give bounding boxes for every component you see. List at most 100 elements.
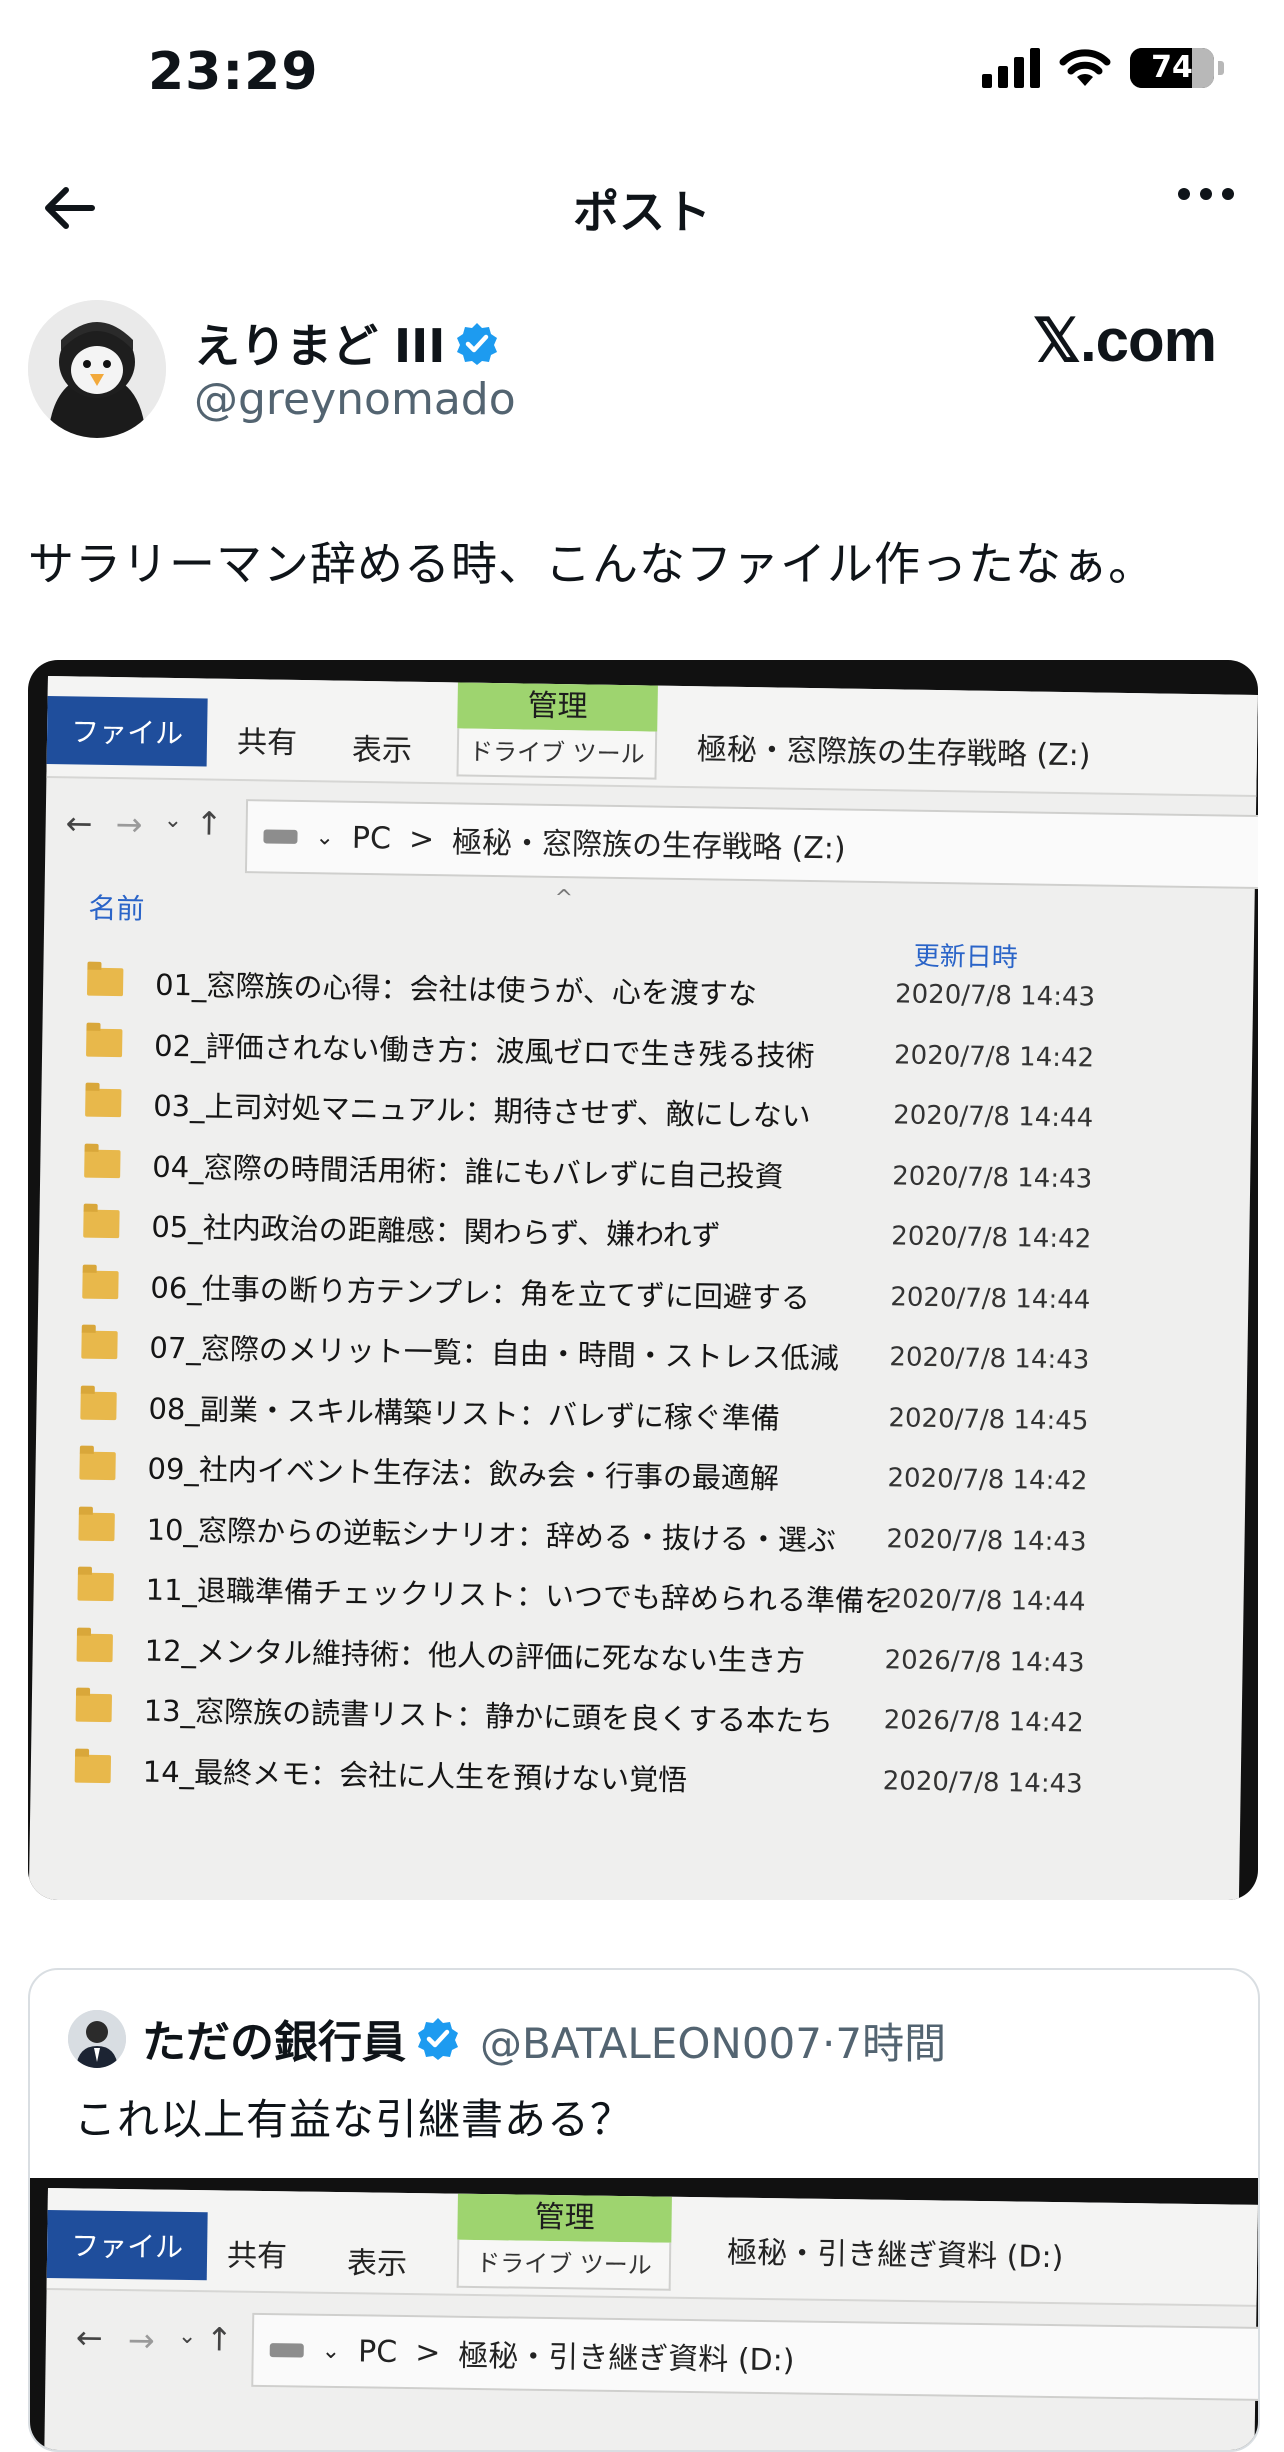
status-icons: 74 xyxy=(982,48,1224,88)
battery-icon: 74 xyxy=(1130,48,1214,88)
file-date: 2020/7/8 14:44 xyxy=(892,1100,1094,1134)
file-date: 2026/7/8 14:42 xyxy=(883,1705,1084,1739)
tab-manage[interactable]: 管理 xyxy=(457,682,658,732)
quote-tab-file[interactable]: ファイル xyxy=(46,2209,208,2281)
folder-icon xyxy=(86,967,124,997)
penguin-avatar-icon xyxy=(28,300,166,438)
file-name: 12_メンタル維持術：他人の評価に死なない生き方 xyxy=(144,1633,806,1678)
chevron-down-icon: ⌄ xyxy=(321,2338,341,2364)
quote-nav-forward-button[interactable]: → xyxy=(128,2321,155,2359)
file-date: 2020/7/8 14:42 xyxy=(891,1221,1092,1255)
author-name[interactable]: えりまど III xyxy=(194,310,499,376)
window-title: 極秘・窓際族の生存戦略 (Z:) xyxy=(696,732,1091,774)
quoted-post[interactable]: ただの銀行員 @BATALEON007·7時間 これ以上有益な引継書ある？ ファ… xyxy=(28,1968,1260,2452)
folder-icon xyxy=(84,1149,121,1178)
folder-icon xyxy=(86,1028,123,1057)
folder-icon xyxy=(75,1693,113,1723)
file-name: 01_窓際族の心得：会社は使うが、心を渡すな xyxy=(154,967,758,1012)
nav-back-button[interactable]: ← xyxy=(65,804,92,842)
file-name: 10_窓際からの逆転シナリオ：辞める・抜ける・選ぶ xyxy=(146,1512,837,1557)
folder-icon xyxy=(79,1451,116,1481)
author-avatar[interactable] xyxy=(28,300,166,438)
file-date: 2020/7/8 14:45 xyxy=(888,1402,1089,1436)
x-com-logo: 𝕏.com xyxy=(1032,307,1217,374)
address-drive[interactable]: 極秘・窓際族の生存戦略 (Z:) xyxy=(452,817,846,867)
folder-icon xyxy=(74,1754,112,1783)
quote-avatar[interactable] xyxy=(68,2010,126,2068)
file-name: 06_仕事の断り方テンプレ：角を立てずに回避する xyxy=(150,1270,811,1315)
file-date: 2020/7/8 14:43 xyxy=(886,1523,1087,1557)
explorer-window: ファイル 共有 表示 管理 ドライブ ツール 極秘・窓際族の生存戦略 (Z:) … xyxy=(28,676,1258,1900)
file-name: 08_副業・スキル構築リスト：バレずに稼ぐ準備 xyxy=(148,1391,781,1436)
status-time: 23:29 xyxy=(148,42,319,102)
quote-tab-manage[interactable]: 管理 xyxy=(457,2193,672,2243)
battery-tip xyxy=(1218,61,1224,75)
quote-author-name[interactable]: ただの銀行員 xyxy=(142,2006,460,2070)
wifi-icon xyxy=(1059,49,1111,86)
folder-icon xyxy=(78,1512,115,1541)
page-title: ポスト xyxy=(573,185,711,239)
quote-tab-share[interactable]: 共有 xyxy=(227,2231,288,2276)
nav-forward-button[interactable]: → xyxy=(115,805,142,843)
file-date: 2020/7/8 14:42 xyxy=(893,1039,1095,1073)
quote-address-bar[interactable]: ⌄ PC > 極秘・引き継ぎ資料 (D:) xyxy=(251,2312,1258,2402)
quote-nav-back-button[interactable]: ← xyxy=(76,2318,103,2356)
address-bar[interactable]: ⌄ PC > 極秘・窓際族の生存戦略 (Z:) xyxy=(244,799,1258,890)
battery-level: 74 xyxy=(1151,50,1193,85)
quote-address-separator: > xyxy=(414,2334,441,2370)
file-name: 04_窓際の時間活用術：誰にもバレずに自己投資 xyxy=(152,1149,784,1194)
nav-up-button[interactable]: ↑ xyxy=(195,804,222,842)
file-name: 02_評価されない働き方：波風ゼロで生き残る技術 xyxy=(153,1028,815,1073)
file-date: 2026/7/8 14:43 xyxy=(884,1644,1085,1678)
file-date: 2020/7/8 14:44 xyxy=(890,1281,1091,1315)
quote-window-title: 極秘・引き継ぎ資料 (D:) xyxy=(726,2235,1064,2276)
quote-tab-view[interactable]: 表示 xyxy=(347,2238,408,2283)
sort-caret-icon: ^ xyxy=(554,885,574,912)
quote-author-name-text: ただの銀行員 xyxy=(142,2017,406,2068)
drive-icon xyxy=(263,829,298,844)
tab-view[interactable]: 表示 xyxy=(352,725,413,770)
quote-address-pc[interactable]: PC xyxy=(358,2334,398,2370)
file-date: 2020/7/8 14:43 xyxy=(894,979,1096,1013)
file-name: 11_退職準備チェックリスト：いつでも辞められる準備を xyxy=(145,1572,894,1619)
file-name: 07_窓際のメリット一覧：自由・時間・ストレス低減 xyxy=(149,1330,840,1376)
quote-nav-up-button[interactable]: ↑ xyxy=(206,2320,233,2358)
dot-icon xyxy=(1200,188,1212,200)
more-options-button[interactable] xyxy=(1178,188,1234,200)
author-name-text: えりまど III xyxy=(194,319,446,373)
folder-icon xyxy=(77,1572,114,1602)
quote-address-drive[interactable]: 極秘・引き継ぎ資料 (D:) xyxy=(458,2331,795,2380)
file-date: 2020/7/8 14:43 xyxy=(892,1160,1093,1194)
post-text: サラリーマン辞める時、こんなファイル作ったなぁ。 xyxy=(28,537,1156,591)
person-avatar-icon xyxy=(68,2010,126,2068)
quote-time[interactable]: 7時間 xyxy=(835,2019,946,2068)
address-separator: > xyxy=(408,821,435,857)
folder-icon xyxy=(81,1330,118,1360)
dot-icon xyxy=(1178,188,1190,200)
drive-icon xyxy=(269,2343,304,2358)
quote-meta: @BATALEON007·7時間 xyxy=(480,2010,946,2071)
chevron-down-icon: ⌄ xyxy=(315,824,335,851)
file-name: 05_社内政治の距離感：関わらず、嫌われず xyxy=(151,1209,721,1253)
quote-nav-recent-button[interactable]: ⌄ xyxy=(178,2324,197,2349)
file-name: 13_窓際族の読書リスト：静かに頭を良くする本たち xyxy=(143,1693,834,1739)
author-handle[interactable]: @greynomado xyxy=(194,374,516,425)
verified-badge-icon xyxy=(457,323,498,365)
folder-icon xyxy=(85,1088,122,1118)
tab-share[interactable]: 共有 xyxy=(237,717,298,762)
tab-drive-tools[interactable]: ドライブ ツール xyxy=(456,728,658,780)
quote-explorer-window: ファイル 共有 表示 管理 ドライブ ツール 極秘・引き継ぎ資料 (D:) ← … xyxy=(43,2188,1258,2450)
quote-photo[interactable]: ファイル 共有 表示 管理 ドライブ ツール 極秘・引き継ぎ資料 (D:) ← … xyxy=(30,2178,1258,2450)
quote-tab-drive-tools[interactable]: ドライブ ツール xyxy=(456,2239,672,2291)
quote-text: これ以上有益な引継書ある？ xyxy=(74,2095,634,2144)
address-pc[interactable]: PC xyxy=(352,820,392,856)
folder-icon xyxy=(80,1391,117,1420)
quote-author-handle[interactable]: @BATALEON007 xyxy=(480,2019,822,2068)
file-name: 14_最終メモ：会社に人生を預けない覚悟 xyxy=(142,1754,688,1797)
post-photo[interactable]: ファイル 共有 表示 管理 ドライブ ツール 極秘・窓際族の生存戦略 (Z:) … xyxy=(28,660,1258,1900)
cellular-signal-icon xyxy=(982,48,1040,88)
tab-file[interactable]: ファイル xyxy=(46,695,208,767)
column-header-name[interactable]: 名前 xyxy=(88,887,145,928)
quote-separator: · xyxy=(822,2019,836,2068)
nav-recent-button[interactable]: ⌄ xyxy=(164,808,183,833)
